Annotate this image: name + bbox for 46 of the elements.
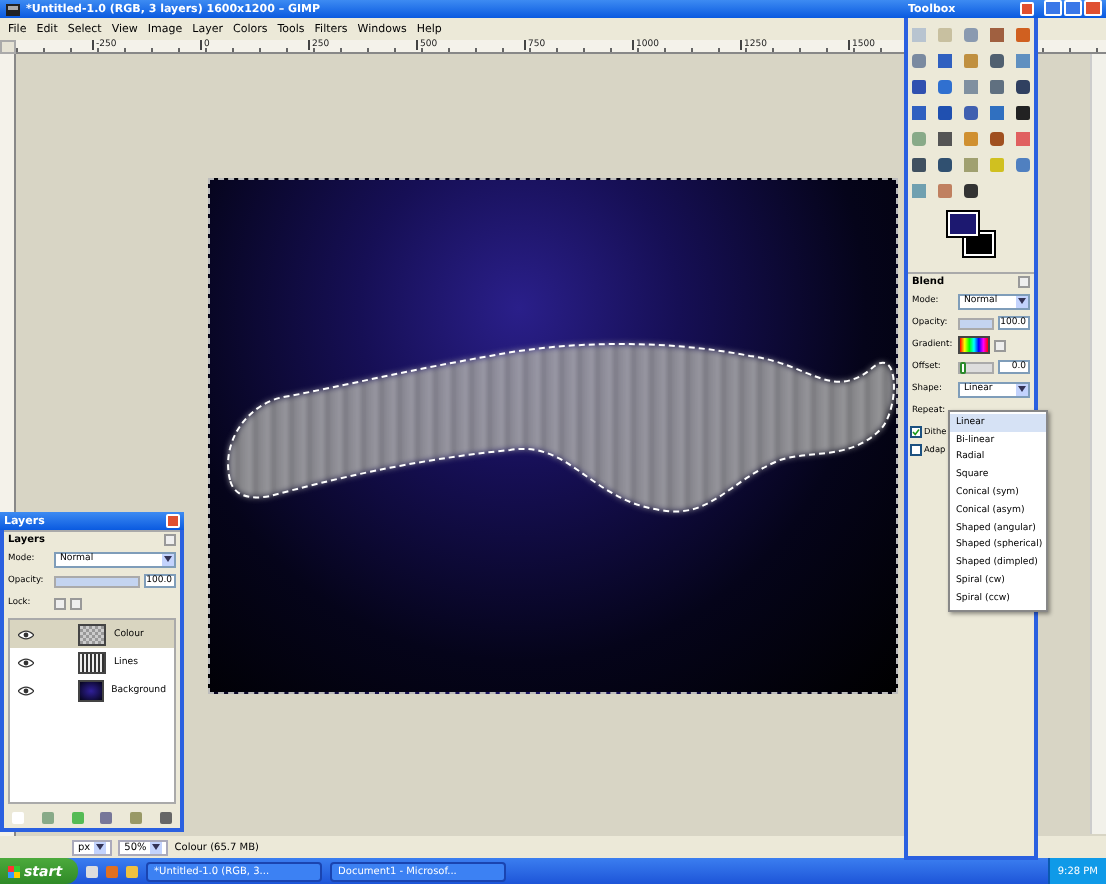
layer-action-icon[interactable] bbox=[41, 812, 54, 824]
tool-icon[interactable] bbox=[934, 128, 956, 150]
eye-icon[interactable] bbox=[18, 657, 34, 667]
media-icon[interactable] bbox=[126, 865, 139, 877]
vertical-scrollbar[interactable] bbox=[1090, 54, 1106, 834]
caret-icon bbox=[1016, 295, 1028, 307]
panel-menu-button[interactable] bbox=[164, 534, 176, 546]
maximize-button[interactable] bbox=[1064, 0, 1082, 16]
panel-menu-button[interactable] bbox=[1018, 276, 1030, 288]
minimize-button[interactable] bbox=[1044, 0, 1062, 16]
foreground-color-swatch[interactable] bbox=[948, 212, 978, 236]
checkbox[interactable] bbox=[910, 443, 922, 455]
layer-thumbnail bbox=[78, 651, 106, 673]
layer-action-icon[interactable] bbox=[71, 812, 84, 824]
app-icon bbox=[6, 3, 20, 15]
close-button[interactable] bbox=[1020, 2, 1034, 16]
tool-icon[interactable] bbox=[934, 154, 956, 176]
desktop-icon[interactable] bbox=[86, 865, 99, 877]
tool-icon[interactable] bbox=[908, 76, 930, 98]
windows-logo-icon bbox=[8, 865, 20, 877]
layer-thumbnail bbox=[78, 679, 104, 701]
caret-icon bbox=[150, 841, 163, 853]
eye-icon[interactable] bbox=[18, 685, 34, 695]
close-button[interactable] bbox=[166, 514, 180, 528]
gradient-preview[interactable] bbox=[958, 336, 990, 354]
tool-icon[interactable] bbox=[1012, 102, 1034, 124]
checkbox[interactable] bbox=[910, 425, 922, 437]
tool-icon[interactable] bbox=[1012, 76, 1034, 98]
opacity-slider[interactable] bbox=[54, 575, 140, 587]
caret-icon bbox=[162, 553, 174, 565]
close-button[interactable] bbox=[1084, 0, 1102, 16]
caret-icon bbox=[1016, 383, 1028, 395]
tool-icon[interactable] bbox=[960, 180, 982, 202]
eye-icon[interactable] bbox=[18, 629, 34, 639]
tool-icon[interactable] bbox=[908, 154, 930, 176]
layer-action-icon[interactable] bbox=[129, 812, 142, 824]
tool-icon[interactable] bbox=[934, 102, 956, 124]
layer-action-icon[interactable] bbox=[159, 812, 172, 824]
opacity-slider[interactable] bbox=[958, 317, 994, 329]
layer-action-icon[interactable] bbox=[100, 812, 113, 824]
lock-pixels-toggle[interactable] bbox=[54, 597, 66, 609]
offset-slider[interactable] bbox=[958, 361, 994, 373]
reverse-toggle[interactable] bbox=[994, 339, 1006, 351]
caret-icon bbox=[94, 841, 107, 853]
lock-alpha-toggle[interactable] bbox=[70, 597, 82, 609]
layer-thumbnail bbox=[78, 623, 106, 645]
